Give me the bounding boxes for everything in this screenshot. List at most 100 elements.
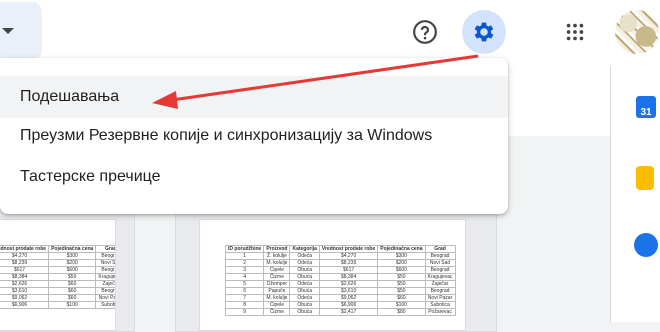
- avatar[interactable]: [615, 10, 659, 54]
- table-cell: $2,417: [318, 308, 379, 316]
- table-cell: $3,610: [318, 287, 379, 295]
- table-cell: Obuća: [289, 301, 320, 309]
- keep-icon[interactable]: [636, 166, 654, 190]
- tasks-icon[interactable]: [634, 233, 658, 257]
- table-cell: $3,610: [0, 287, 50, 295]
- top-bar: [0, 0, 660, 66]
- table-cell: Beograd: [424, 266, 456, 274]
- table-row: 8 Cipele Obuća $6,906 $100 Subotica: [224, 301, 456, 309]
- table-row: $6,906$100Subotica: [0, 301, 115, 309]
- table-cell: $9,062: [0, 294, 50, 302]
- file-thumbnail: vrednost prodate robePojedinačna cenaGra…: [0, 220, 115, 330]
- table-cell: $50: [377, 287, 426, 295]
- table-cell: Novi Sad: [424, 259, 456, 267]
- spreadsheet-preview-table: vrednost prodate robePojedinačna cenaGra…: [0, 245, 115, 309]
- table-cell: M. kolulje: [263, 259, 291, 267]
- table-cell: Obuća: [289, 287, 320, 295]
- table-cell: $60: [48, 294, 97, 302]
- table-cell: $617: [0, 266, 50, 274]
- apps-button[interactable]: [555, 12, 595, 52]
- table-header-cell: vrednost prodate robe: [0, 245, 50, 253]
- apps-grid-icon: [566, 23, 584, 41]
- table-row: $617$600Beograd: [0, 266, 115, 274]
- table-row: 2 M. kolulje Odeća $8,239 $200 Novi Sad: [224, 259, 456, 267]
- table-cell: Požarevac: [424, 308, 456, 316]
- table-cell: Zaječar: [424, 280, 456, 288]
- table-cell: 4: [224, 273, 265, 281]
- menu-item-label: Тастерске пречице: [20, 168, 161, 185]
- table-cell: Obuća: [289, 308, 320, 316]
- settings-menu: Подешавања Преузми Резервне копије и син…: [0, 58, 508, 214]
- table-cell: Obuća: [289, 273, 320, 281]
- table-cell: $600: [377, 266, 426, 274]
- table-cell: Ž. kolulje: [263, 252, 291, 260]
- table-row: 7 M. kolulje Odeća $9,062 $60 Novi Pazar: [224, 294, 456, 302]
- table-header-cell: Pojedinačna cena: [48, 245, 97, 253]
- table-cell: Beograd: [95, 287, 115, 295]
- table-header-cell: Grad: [424, 245, 456, 253]
- table-cell: $100: [377, 301, 426, 309]
- table-header-cell: Vrednost prodate robe: [318, 245, 379, 253]
- table-cell: 9: [224, 308, 265, 316]
- table-row: $8,384$50Kragujevac: [0, 273, 115, 281]
- table-cell: $300: [48, 252, 97, 260]
- table-cell: Beograd: [424, 252, 456, 260]
- table-cell: $200: [377, 259, 426, 267]
- table-cell: $50: [48, 273, 97, 281]
- table-cell: Beograd: [95, 266, 115, 274]
- table-cell: $2,626: [0, 280, 50, 288]
- table-cell: Beograd: [95, 252, 115, 260]
- table-cell: Odeća: [289, 259, 320, 267]
- table-cell: Beograd: [424, 287, 456, 295]
- help-icon: [413, 20, 437, 44]
- table-cell: Novi Sad: [95, 259, 115, 267]
- table-cell: $600: [48, 266, 97, 274]
- table-cell: Novi Pazar: [424, 294, 456, 302]
- table-cell: M. kolulje: [263, 294, 291, 302]
- table-cell: 7: [224, 294, 265, 302]
- table-cell: $200: [48, 259, 97, 267]
- menu-item-label: Преузми Резервне копије и синхронизацију…: [20, 127, 433, 144]
- table-cell: Čizme: [263, 273, 291, 281]
- calendar-day: 31: [640, 107, 652, 118]
- file-thumbnail: ID porudžbine Proizvod Kategorija Vrednost …: [200, 220, 465, 330]
- table-cell: Kragujevac: [424, 273, 456, 281]
- table-row: 4 Čizme Obuća $8,384 $50 Kragujevac: [224, 273, 456, 281]
- table-row: $4,270$300Beograd: [0, 252, 115, 260]
- table-cell: $9,062: [318, 294, 379, 302]
- search-options-button[interactable]: [0, 2, 42, 60]
- table-cell: $4,270: [318, 252, 379, 260]
- table-header-cell: Grad: [95, 245, 115, 253]
- table-row: 6 Papuče Obuća $3,610 $50 Beograd: [224, 287, 456, 295]
- table-cell: Odeća: [289, 280, 320, 288]
- table-row: 1 Ž. kolulje Odeća $4,270 $300 Beograd: [224, 252, 456, 260]
- table-cell: Cipele: [263, 301, 291, 309]
- table-cell: $617: [318, 266, 379, 274]
- menu-item-keyboard-shortcuts[interactable]: Тастерске пречице: [0, 156, 508, 198]
- table-cell: 5: [224, 280, 265, 288]
- menu-item-download-backup[interactable]: Преузми Резервне копије и синхронизацију…: [0, 115, 508, 157]
- table-cell: Čizme: [263, 308, 291, 316]
- table-cell: $8,239: [318, 259, 379, 267]
- settings-button[interactable]: [462, 10, 506, 54]
- table-cell: $60: [48, 280, 97, 288]
- table-header-cell: Kategorija: [289, 245, 320, 253]
- table-row: $8,239$200Novi Sad: [0, 259, 115, 267]
- menu-item-settings[interactable]: Подешавања: [0, 76, 508, 118]
- table-cell: $300: [377, 252, 426, 260]
- table-cell: $8,384: [0, 273, 50, 281]
- table-cell: $80: [377, 308, 426, 316]
- table-row: 3 Cipele Obuća $617 $600 Beograd: [224, 266, 456, 274]
- table-header-cell: ID porudžbine: [224, 245, 265, 253]
- table-cell: $8,239: [0, 259, 50, 267]
- calendar-icon[interactable]: 31: [636, 96, 656, 118]
- help-button[interactable]: [405, 12, 445, 52]
- table-cell: $4,270: [0, 252, 50, 260]
- table-cell: $50: [377, 280, 426, 288]
- table-cell: 8: [224, 301, 265, 309]
- table-cell: $6,906: [0, 301, 50, 309]
- table-row: $9,062$60Novi Pazar: [0, 294, 115, 302]
- caret-down-icon: [2, 28, 14, 34]
- table-cell: 2: [224, 259, 265, 267]
- table-cell: Odeća: [289, 252, 320, 260]
